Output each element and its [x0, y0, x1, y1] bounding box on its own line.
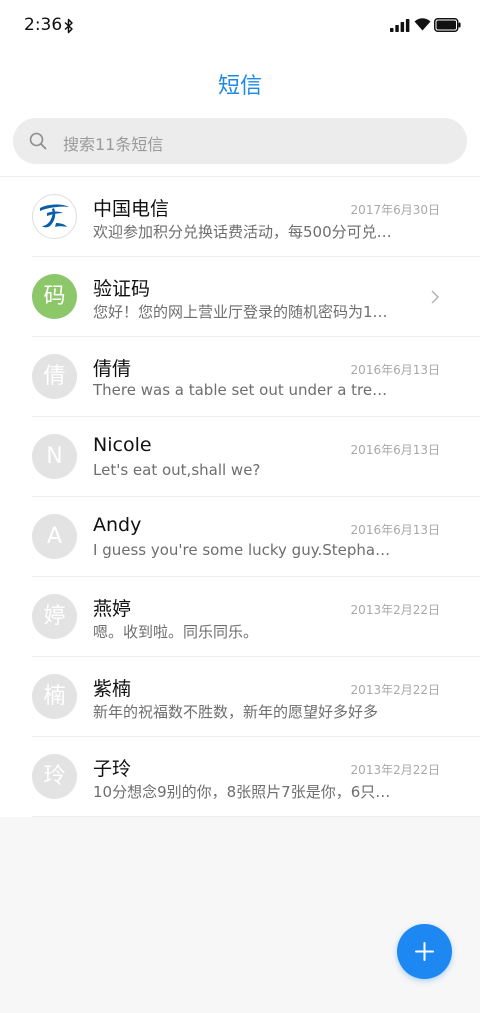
conversation-preview: 嗯。收到啦。同乐同乐。 [93, 623, 259, 641]
avatar: 玲 [32, 754, 77, 799]
row-divider [32, 816, 480, 817]
conversation-date: 2013年2月22日 [350, 763, 440, 777]
conversation-date: 2013年2月22日 [350, 683, 440, 697]
conversation-item[interactable]: 倩 倩倩 2016年6月13日 There was a table set ou… [0, 337, 480, 417]
conversation-item[interactable]: 楠 紫楠 2013年2月22日 新年的祝福数不胜数，新年的愿望好多好多 [0, 657, 480, 737]
conversation-date: 2016年6月13日 [350, 363, 440, 377]
conversation-name: 子玲 [93, 758, 132, 780]
avatar: A [32, 514, 77, 559]
battery-icon [434, 18, 461, 32]
plus-icon [415, 942, 434, 961]
conversation-name: 燕婷 [93, 598, 132, 620]
conversation-preview: I guess you're some lucky guy.Stephanie … [93, 541, 393, 559]
conversation-name: 倩倩 [93, 358, 132, 380]
chevron-right-icon [431, 290, 440, 304]
conversation-item[interactable]: 中国电信 2017年6月30日 欢迎参加积分兑换话费活动，每500分可兑换话费 [0, 177, 480, 257]
avatar: 码 [32, 274, 77, 319]
page-title: 短信 [217, 74, 262, 99]
conversation-preview: There was a table set out under a tree i… [93, 381, 393, 399]
wifi-icon [414, 18, 431, 31]
conversation-name: 紫楠 [93, 678, 132, 700]
conversation-name: Andy [93, 514, 142, 536]
conversation-list: 中国电信 2017年6月30日 欢迎参加积分兑换话费活动，每500分可兑换话费 … [0, 177, 480, 817]
new-message-button[interactable] [397, 924, 452, 979]
avatar [32, 194, 77, 239]
conversation-date: 2016年6月13日 [350, 443, 440, 457]
search-icon [29, 132, 47, 150]
conversation-preview: Let's eat out,shall we? [93, 461, 261, 479]
china-telecom-logo-icon [40, 204, 69, 228]
search-placeholder: 搜索11条短信 [63, 135, 164, 154]
conversation-date: 2016年6月13日 [350, 523, 440, 537]
conversation-item[interactable]: A Andy 2016年6月13日 I guess you're some lu… [0, 497, 480, 577]
conversation-preview: 您好！您的网上营业厅登录的随机密码为123456 [93, 303, 393, 321]
conversation-item[interactable]: 婷 燕婷 2013年2月22日 嗯。收到啦。同乐同乐。 [0, 577, 480, 657]
bluetooth-icon [64, 18, 73, 34]
conversation-date: 2017年6月30日 [350, 203, 440, 217]
conversation-preview: 欢迎参加积分兑换话费活动，每500分可兑换话费 [93, 223, 393, 241]
conversation-preview: 10分想念9别的你，8张照片7张是你，6只手机 [93, 783, 393, 801]
conversation-name: 验证码 [93, 278, 151, 300]
avatar: N [32, 434, 77, 479]
conversation-name: Nicole [93, 434, 152, 456]
conversation-item[interactable]: 玲 子玲 2013年2月22日 10分想念9别的你，8张照片7张是你，6只手机 [0, 737, 480, 817]
avatar: 婷 [32, 594, 77, 639]
conversation-preview: 新年的祝福数不胜数，新年的愿望好多好多 [93, 703, 379, 721]
search-input[interactable]: 搜索11条短信 [13, 118, 467, 164]
status-bar: 2:36 [0, 0, 480, 52]
avatar: 倩 [32, 354, 77, 399]
conversation-item[interactable]: 码 验证码 您好！您的网上营业厅登录的随机密码为123456 [0, 257, 480, 337]
conversation-name: 中国电信 [93, 198, 170, 220]
conversation-item[interactable]: N Nicole 2016年6月13日 Let's eat out,shall … [0, 417, 480, 497]
conversation-date: 2013年2月22日 [350, 603, 440, 617]
signal-icon [390, 19, 410, 32]
status-time: 2:36 [24, 15, 63, 35]
avatar: 楠 [32, 674, 77, 719]
